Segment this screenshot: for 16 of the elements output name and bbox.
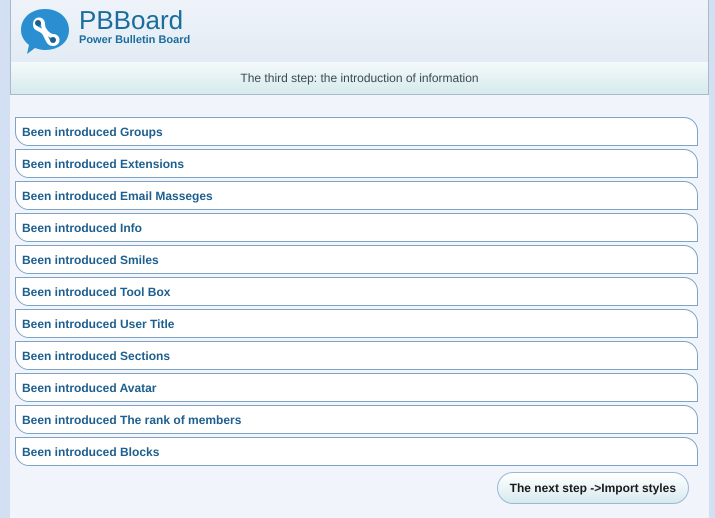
step-title: The third step: the introduction of information [240, 70, 479, 87]
import-row: Been introduced The rank of members [15, 405, 698, 434]
import-row: Been introduced Extensions [15, 149, 698, 178]
next-step-button[interactable]: The next step ->Import styles [496, 472, 689, 504]
import-row: Been introduced User Title [15, 309, 698, 338]
import-row: Been introduced Sections [15, 341, 698, 370]
logo-icon [19, 6, 71, 56]
site-subtitle: Power Bulletin Board [79, 34, 190, 46]
import-row: Been introduced Blocks [15, 437, 698, 466]
import-row: Been introduced Email Masseges [15, 181, 698, 210]
import-row: Been introduced Smiles [15, 245, 698, 274]
import-row: Been introduced Groups [15, 117, 698, 146]
import-row: Been introduced Tool Box [15, 277, 698, 306]
import-row: Been introduced Avatar [15, 373, 698, 402]
import-row: Been introduced Info [15, 213, 698, 242]
site-title: PBBoard [79, 6, 184, 34]
